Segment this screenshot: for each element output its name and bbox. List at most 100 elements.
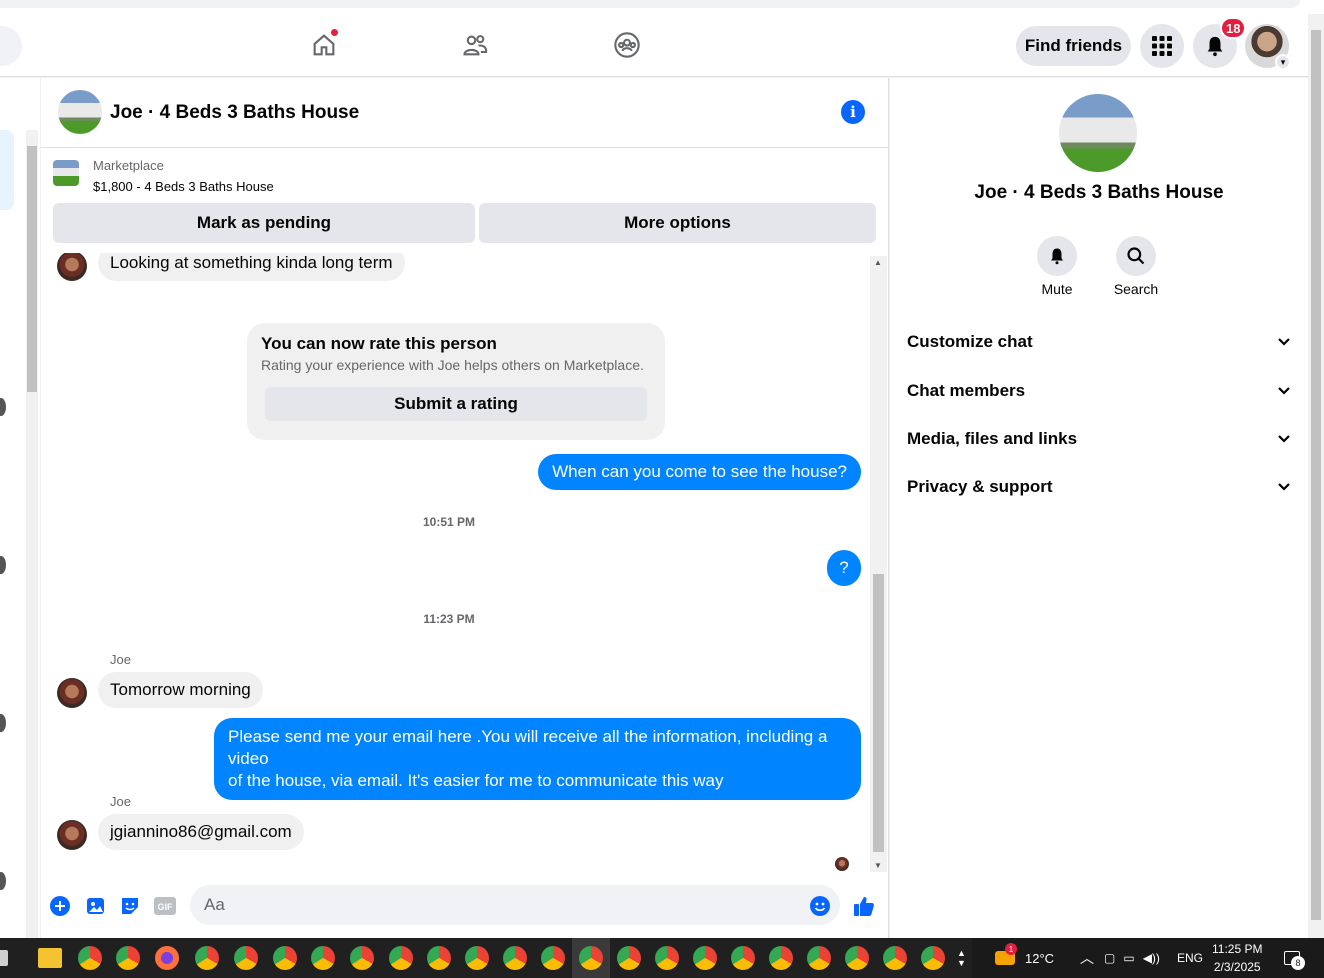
thumbs-up-icon[interactable] (852, 894, 876, 918)
conversation-avatar[interactable] (0, 714, 6, 732)
message-thread-scrollbar[interactable]: ▲ ▼ (870, 256, 887, 872)
listing-thumbnail[interactable] (53, 160, 79, 186)
chrome-icon[interactable] (503, 946, 527, 970)
sender-name: Joe (110, 652, 131, 667)
section-label: Customize chat (907, 332, 1033, 351)
section-label: Chat members (907, 381, 1026, 400)
conversation-list-edge (0, 78, 40, 950)
conversation-avatar[interactable] (0, 556, 6, 574)
sender-name: Joe (110, 794, 131, 809)
task-view-icon[interactable] (0, 950, 8, 966)
network-icon[interactable]: ▭ (1123, 951, 1134, 965)
submit-rating-button[interactable]: Submit a rating (265, 387, 647, 421)
mark-as-pending-button[interactable]: Mark as pending (53, 203, 475, 243)
chrome-icon[interactable] (234, 946, 258, 970)
chrome-icon[interactable] (427, 946, 451, 970)
taskbar-scroll-arrows[interactable]: ▲ ▼ (957, 938, 966, 978)
message-input-placeholder: Aa (204, 895, 225, 914)
conversation-avatar[interactable] (0, 872, 6, 890)
language-indicator[interactable]: ENG (1177, 938, 1203, 978)
profile-avatar[interactable]: ▾ (1245, 24, 1291, 70)
outgoing-message: When can you come to see the house? (538, 454, 861, 490)
gif-icon[interactable]: GIF (153, 894, 177, 918)
notification-center-icon[interactable]: 8 (1284, 938, 1305, 978)
tray-icons[interactable]: ▢ ▭ ◀)) (1104, 938, 1160, 978)
chrome-icon[interactable] (655, 946, 679, 970)
windows-taskbar: ▲ ▼ 1 12°C ︿ ▢ ▭ ◀)) ENG 11:25 PM 2/3/202… (0, 938, 1324, 978)
menu-grid-icon[interactable] (1140, 24, 1184, 68)
chrome-icon[interactable] (350, 946, 374, 970)
chrome-icon[interactable] (541, 946, 565, 970)
listing-avatar[interactable] (58, 90, 102, 134)
outgoing-message: ? (827, 550, 861, 586)
svg-text:GIF: GIF (158, 902, 174, 912)
emoji-icon[interactable] (808, 894, 832, 918)
more-options-button[interactable]: More options (479, 203, 876, 243)
chrome-icon[interactable] (579, 946, 603, 970)
joe-avatar[interactable] (57, 820, 87, 850)
scrollbar-thumb[interactable] (1311, 30, 1321, 920)
chrome-icon[interactable] (883, 946, 907, 970)
weather-widget[interactable]: 1 12°C (995, 938, 1054, 978)
search-box[interactable] (0, 26, 22, 66)
chrome-icon[interactable] (693, 946, 717, 970)
chat-window: Joe · 4 Beds 3 Baths House i Marketplace… (41, 78, 889, 938)
home-icon[interactable] (307, 28, 341, 62)
message-line: of the house, via email. It's easier for… (228, 771, 724, 790)
firefox-icon[interactable] (155, 946, 179, 970)
window-scrollbar[interactable] (1308, 14, 1324, 938)
sticker-icon[interactable] (118, 894, 142, 918)
temperature: 12°C (1025, 950, 1055, 966)
chrome-icon[interactable] (389, 946, 413, 970)
meet-icon[interactable]: ▢ (1104, 951, 1115, 965)
media-files-links-section[interactable]: Media, files and links (907, 423, 1291, 455)
scrollbar-thumb[interactable] (873, 574, 884, 852)
chrome-icon[interactable] (195, 946, 219, 970)
joe-avatar[interactable] (57, 678, 87, 708)
listing-large-avatar[interactable] (1059, 94, 1137, 172)
plus-icon[interactable] (48, 894, 72, 918)
photo-icon[interactable] (84, 894, 108, 918)
chrome-icon[interactable] (845, 946, 869, 970)
file-explorer-icon[interactable] (38, 948, 62, 968)
friends-icon[interactable] (458, 28, 492, 62)
conversation-avatar[interactable] (0, 398, 6, 416)
home-notification-dot (330, 28, 339, 37)
mute-button[interactable] (1037, 236, 1077, 276)
timestamp: 11:23 PM (423, 612, 475, 626)
show-hidden-icons[interactable]: ︿ (1080, 938, 1094, 978)
info-icon[interactable]: i (841, 100, 865, 124)
groups-icon[interactable] (610, 28, 644, 62)
scrollbar-thumb[interactable] (27, 146, 37, 392)
chrome-icon[interactable] (273, 946, 297, 970)
clock-date: 2/3/2025 (1213, 960, 1261, 974)
chrome-icon[interactable] (731, 946, 755, 970)
chat-title[interactable]: Joe · 4 Beds 3 Baths House (110, 102, 359, 124)
listing-price-title[interactable]: $1,800 - 4 Beds 3 Baths House (93, 179, 274, 194)
rating-subtitle: Rating your experience with Joe helps ot… (261, 357, 644, 373)
privacy-support-section[interactable]: Privacy & support (907, 471, 1291, 503)
chrome-icon[interactable] (465, 946, 489, 970)
chrome-icon[interactable] (617, 946, 641, 970)
chrome-icon[interactable] (769, 946, 793, 970)
chrome-icon[interactable] (807, 946, 831, 970)
chrome-icon[interactable] (116, 946, 140, 970)
customize-chat-section[interactable]: Customize chat (907, 326, 1291, 358)
rating-card: You can now rate this person Rating your… (247, 323, 665, 440)
chat-members-section[interactable]: Chat members (907, 375, 1291, 407)
chrome-icon[interactable] (311, 946, 335, 970)
chrome-icon[interactable] (78, 946, 102, 970)
top-navigation: Find friends 18 ▾ (0, 14, 1308, 77)
marketplace-listing-bar: Marketplace $1,800 - 4 Beds 3 Baths Hous… (41, 148, 889, 256)
message-input[interactable]: Aa (190, 885, 840, 925)
find-friends-button[interactable]: Find friends (1016, 26, 1131, 66)
chat-details-panel: Joe · 4 Beds 3 Baths House Mute Search C… (890, 78, 1308, 938)
chrome-icon[interactable] (921, 946, 945, 970)
joe-avatar[interactable] (57, 253, 87, 281)
volume-icon[interactable]: ◀)) (1143, 951, 1160, 965)
chevron-down-icon (1277, 429, 1291, 449)
clock[interactable]: 11:25 PM 2/3/2025 (1212, 938, 1262, 978)
browser-top-strip (0, 0, 1324, 14)
search-label: Search (1113, 281, 1159, 297)
search-button[interactable] (1116, 236, 1156, 276)
